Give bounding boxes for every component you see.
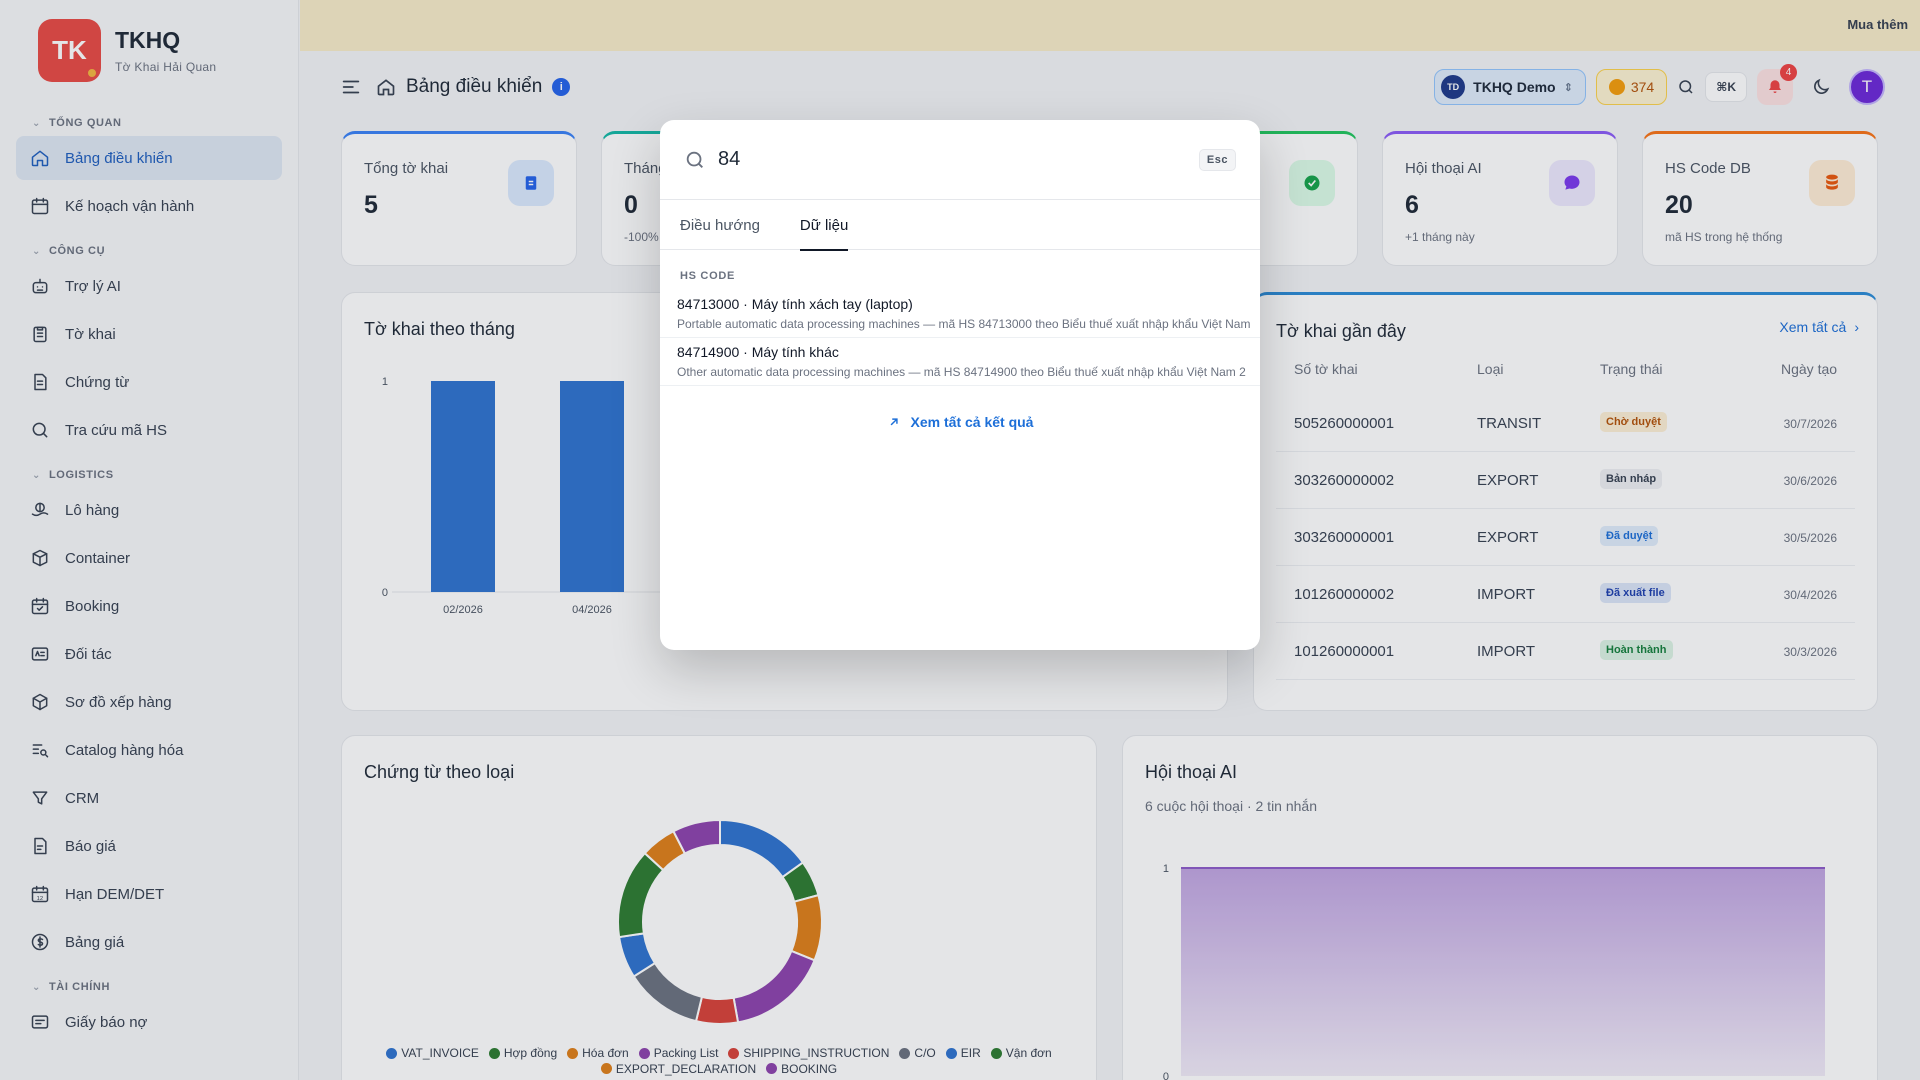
search-icon — [686, 151, 703, 168]
command-search-modal: Esc Điều hướng Dữ liệu HS CODE 84713000 … — [660, 120, 1260, 650]
view-all-results-label: Xem tất cả kết quả — [910, 414, 1034, 430]
esc-key-hint[interactable]: Esc — [1198, 148, 1236, 171]
search-result[interactable]: 84714900 · Máy tính khác Other automatic… — [660, 338, 1260, 386]
result-title: 84714900 · Máy tính khác — [677, 344, 839, 360]
search-tabs: Điều hướng Dữ liệu — [660, 200, 1260, 251]
result-title: 84713000 · Máy tính xách tay (laptop) — [677, 296, 913, 312]
tab-data[interactable]: Dữ liệu — [799, 200, 849, 251]
result-description: Portable automatic data processing machi… — [677, 317, 1251, 331]
search-result[interactable]: 84713000 · Máy tính xách tay (laptop) Po… — [660, 290, 1260, 338]
search-input[interactable] — [718, 148, 1187, 171]
search-bar: Esc — [660, 120, 1260, 200]
tab-navigation[interactable]: Điều hướng — [680, 200, 760, 250]
result-description: Other automatic data processing machines… — [677, 365, 1246, 379]
arrow-up-right-icon — [890, 418, 898, 426]
view-all-results-link[interactable]: Xem tất cả kết quả — [660, 414, 1260, 430]
result-group-title: HS CODE — [680, 270, 736, 282]
